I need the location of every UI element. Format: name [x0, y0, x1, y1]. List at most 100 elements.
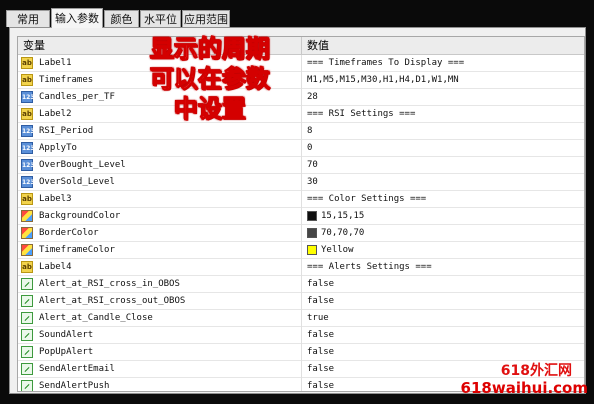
annotation-overlay: 显示的周期 可以在参数 中设置: [120, 34, 300, 124]
parameter-row[interactable]: 123 ApplyTo 0: [18, 140, 584, 157]
parameter-value[interactable]: === Timeframes To Display ===: [307, 55, 464, 72]
parameter-value[interactable]: 0: [307, 140, 312, 157]
cell-divider: [301, 174, 302, 191]
parameter-value[interactable]: 70,70,70: [321, 225, 364, 242]
cell-divider: [301, 242, 302, 259]
parameter-row[interactable]: SendAlertEmail false: [18, 361, 584, 378]
parameter-value[interactable]: === Alerts Settings ===: [307, 259, 432, 276]
parameter-value[interactable]: === Color Settings ===: [307, 191, 426, 208]
cell-divider: [301, 276, 302, 293]
parameter-value[interactable]: false: [307, 378, 334, 391]
boolean-type-icon: [21, 329, 33, 341]
parameter-row[interactable]: 123 OverSold_Level 30: [18, 174, 584, 191]
cell-divider: [301, 361, 302, 378]
annotation-line: 可以在参数: [150, 65, 271, 94]
string-type-icon: ab: [21, 57, 33, 69]
parameter-name: Candles_per_TF: [39, 92, 115, 102]
parameter-name: Alert_at_RSI_cross_out_OBOS: [39, 296, 186, 306]
parameter-name: Label1: [39, 58, 72, 68]
parameter-value[interactable]: 28: [307, 89, 318, 106]
parameter-value[interactable]: === RSI Settings ===: [307, 106, 415, 123]
tab-1[interactable]: 输入参数: [51, 8, 103, 28]
color-swatch[interactable]: [307, 228, 317, 238]
integer-type-icon: 123: [21, 176, 35, 188]
parameter-name: Timeframes: [39, 75, 94, 85]
parameter-value[interactable]: 30: [307, 174, 318, 191]
parameter-name: PopUpAlert: [39, 347, 94, 357]
parameter-name: Alert_at_Candle_Close: [39, 313, 153, 323]
integer-type-icon: 123: [21, 159, 35, 171]
parameter-row[interactable]: Alert_at_RSI_cross_in_OBOS false: [18, 276, 584, 293]
parameter-row[interactable]: Alert_at_RSI_cross_out_OBOS false: [18, 293, 584, 310]
cell-divider: [301, 55, 302, 72]
parameter-row[interactable]: Alert_at_Candle_Close true: [18, 310, 584, 327]
cell-divider: [301, 378, 302, 391]
parameter-value[interactable]: true: [307, 310, 329, 327]
cell-divider: [301, 157, 302, 174]
column-header-variable[interactable]: 变量: [23, 37, 45, 54]
cell-divider: [301, 344, 302, 361]
parameter-row[interactable]: BorderColor 70,70,70: [18, 225, 584, 242]
boolean-type-icon: [21, 346, 33, 358]
boolean-type-icon: [21, 295, 33, 307]
parameter-row[interactable]: ab Label3 === Color Settings ===: [18, 191, 584, 208]
annotation-line: 显示的周期: [150, 35, 271, 64]
cell-divider: [301, 106, 302, 123]
parameter-value[interactable]: M1,M5,M15,M30,H1,H4,D1,W1,MN: [307, 72, 459, 89]
parameter-value[interactable]: false: [307, 293, 334, 310]
parameter-value[interactable]: 8: [307, 123, 312, 140]
cell-divider: [301, 191, 302, 208]
parameter-row[interactable]: BackgroundColor 15,15,15: [18, 208, 584, 225]
parameter-value[interactable]: 70: [307, 157, 318, 174]
cell-divider: [301, 225, 302, 242]
cell-divider: [301, 89, 302, 106]
parameter-row[interactable]: PopUpAlert false: [18, 344, 584, 361]
parameter-value[interactable]: Yellow: [321, 242, 354, 259]
integer-type-icon: 123: [21, 142, 35, 154]
parameter-row[interactable]: ab Timeframes M1,M5,M15,M30,H1,H4,D1,W1,MN: [18, 72, 584, 89]
cell-divider: [301, 310, 302, 327]
parameter-row[interactable]: ab Label2 === RSI Settings ===: [18, 106, 584, 123]
tab-0[interactable]: 常用: [6, 10, 50, 27]
parameter-name: RSI_Period: [39, 126, 94, 136]
boolean-type-icon: [21, 312, 33, 324]
string-type-icon: ab: [21, 108, 33, 120]
parameter-value[interactable]: false: [307, 344, 334, 361]
column-divider[interactable]: [301, 37, 302, 54]
parameter-value[interactable]: false: [307, 327, 334, 344]
parameter-name: Label3: [39, 194, 72, 204]
boolean-type-icon: [21, 363, 33, 375]
column-header-value[interactable]: 数值: [307, 37, 329, 54]
parameter-value[interactable]: false: [307, 276, 334, 293]
parameter-row[interactable]: 123 OverBought_Level 70: [18, 157, 584, 174]
string-type-icon: ab: [21, 193, 33, 205]
color-swatch[interactable]: [307, 211, 317, 221]
grid-rows: ab Label1 === Timeframes To Display === ab T…: [18, 55, 584, 391]
parameter-row[interactable]: SoundAlert false: [18, 327, 584, 344]
parameter-value[interactable]: false: [307, 361, 334, 378]
parameter-row[interactable]: 123 Candles_per_TF 28: [18, 89, 584, 106]
annotation-line: 中设置: [174, 95, 247, 124]
parameter-row[interactable]: ab Label1 === Timeframes To Display ===: [18, 55, 584, 72]
parameter-name: OverBought_Level: [39, 160, 126, 170]
cell-divider: [301, 72, 302, 89]
parameters-grid: 变量 数值 ab Label1 === Timeframes To Display …: [17, 36, 585, 392]
grid-header: 变量 数值: [18, 37, 584, 55]
parameter-row[interactable]: ab Label4 === Alerts Settings ===: [18, 259, 584, 276]
watermark-text: 618外汇网: [500, 363, 572, 379]
parameter-name: Label4: [39, 262, 72, 272]
parameter-value[interactable]: 15,15,15: [321, 208, 364, 225]
parameter-name: BorderColor: [39, 228, 99, 238]
boolean-type-icon: [21, 278, 33, 290]
parameter-row[interactable]: TimeframeColor Yellow: [18, 242, 584, 259]
parameter-name: SendAlertEmail: [39, 364, 115, 374]
cell-divider: [301, 327, 302, 344]
tab-4[interactable]: 应用范围: [182, 10, 230, 27]
cell-divider: [301, 123, 302, 140]
parameter-row[interactable]: 123 RSI_Period 8: [18, 123, 584, 140]
tab-3[interactable]: 水平位: [140, 10, 181, 27]
tab-2[interactable]: 颜色: [104, 10, 139, 27]
cell-divider: [301, 259, 302, 276]
integer-type-icon: 123: [21, 125, 35, 137]
color-swatch[interactable]: [307, 245, 317, 255]
